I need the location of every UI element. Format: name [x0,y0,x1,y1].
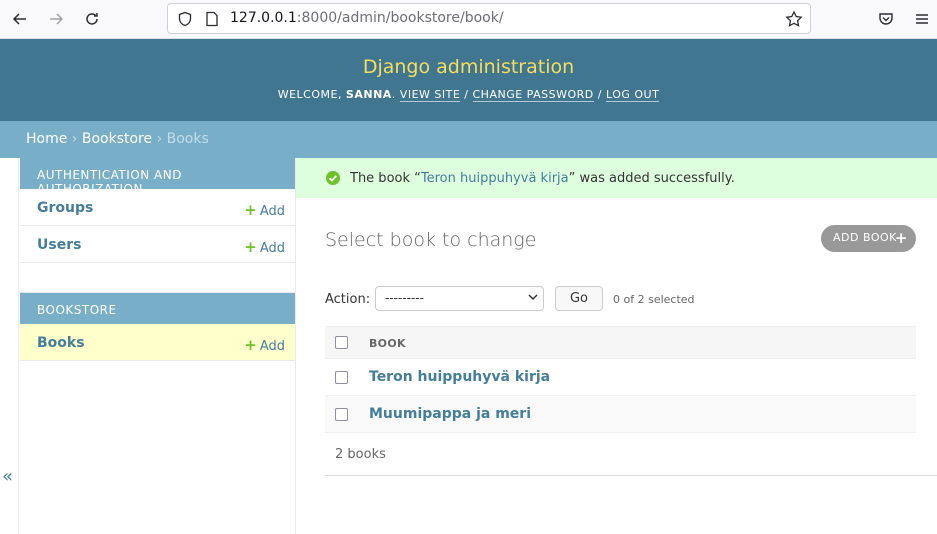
add-label: Add [259,339,285,354]
shield-icon[interactable] [177,11,193,27]
add-label: Add [259,204,285,219]
chevron-down-icon [528,294,538,301]
bookmark-star-icon[interactable] [785,10,803,28]
paginator: 2 books [325,433,937,476]
breadcrumb-separator: › [71,131,78,147]
back-arrow-icon[interactable] [9,8,31,30]
site-branding[interactable]: Django administration [0,56,937,78]
breadcrumb-separator: › [156,131,163,147]
success-message: The book “Teron huippuhyvä kirja” was ad… [296,158,937,198]
url-path: :8000/admin/bookstore/book/ [296,10,504,26]
forward-arrow-icon[interactable] [45,8,67,30]
breadcrumb: Home › Bookstore › Books [0,121,937,158]
column-header-book[interactable]: BOOK [369,337,406,350]
module-caption-auth[interactable]: AUTHENTICATION AND AUTHORIZATION [20,158,295,196]
action-selected-value: --------- [385,291,424,305]
add-label: Add [259,241,285,256]
breadcrumb-home[interactable]: Home [26,131,67,147]
sidebar-item-groups: Groups + Add [20,189,295,226]
book-link[interactable]: Teron huippuhyvä kirja [369,369,550,385]
results-table: BOOK Teron huippuhyvä kirja Muumipappa j… [325,326,916,433]
add-users-link[interactable]: + Add [244,238,285,256]
table-header: BOOK [325,326,916,359]
message-book-link[interactable]: Teron huippuhyvä kirja [421,171,569,186]
user-tools: WELCOME, SANNA. VIEW SITE / CHANGE PASSW… [277,88,660,102]
plus-icon: + [894,229,908,247]
sidebar-item-label[interactable]: Groups [37,200,93,216]
collapse-sidebar-button[interactable]: « [2,466,13,487]
add-books-link[interactable]: + Add [244,336,285,354]
table-row: Teron huippuhyvä kirja [325,359,916,396]
url-text[interactable]: 127.0.0.1:8000/admin/bookstore/book/ [230,10,504,26]
selection-counter: 0 of 2 selected [613,293,695,306]
sidebar-item-users: Users + Add [20,226,295,263]
page-icon[interactable] [204,11,220,27]
select-all-checkbox[interactable] [335,336,348,349]
message-text: The book “Teron huippuhyvä kirja” was ad… [350,171,735,186]
row-checkbox[interactable] [335,371,348,384]
browser-toolbar: 127.0.0.1:8000/admin/bookstore/book/ [0,0,937,39]
change-password-link[interactable]: CHANGE PASSWORD [472,88,594,102]
go-button[interactable]: Go [555,286,603,311]
plus-icon: + [244,238,257,256]
book-link[interactable]: Muumipappa ja meri [369,406,531,422]
message-prefix: The book “ [350,171,421,186]
plus-icon: + [244,336,257,354]
message-suffix: ” was added successfully. [568,171,735,186]
row-checkbox[interactable] [335,408,348,421]
table-row: Muumipappa ja meri [325,396,916,433]
plus-icon: + [244,201,257,219]
sidebar-item-label[interactable]: Books [37,335,85,351]
module-spacer [19,263,295,293]
module-caption-bookstore[interactable]: BOOKSTORE [20,293,295,324]
sidebar-item-books: Books + Add [20,324,295,361]
add-book-button[interactable]: ADD BOOK + [821,225,916,252]
add-groups-link[interactable]: + Add [244,201,285,219]
menu-icon[interactable] [911,8,933,30]
url-bar[interactable]: 127.0.0.1:8000/admin/bookstore/book/ [167,3,811,34]
page-title: Select book to change [325,229,537,251]
pocket-icon[interactable] [875,8,897,30]
admin-header: Django administration WELCOME, SANNA. VI… [0,39,937,121]
url-host: 127.0.0.1 [230,10,297,26]
check-circle-icon [326,171,340,185]
welcome-text: WELCOME, [277,88,342,101]
log-out-link[interactable]: LOG OUT [605,88,660,102]
reload-icon[interactable] [81,8,103,30]
username: SANNA [345,88,392,101]
action-select[interactable]: --------- [375,286,544,311]
breadcrumb-current: Books [166,131,209,147]
sidebar-item-label[interactable]: Users [37,237,81,253]
breadcrumb-bookstore[interactable]: Bookstore [82,131,152,147]
action-label: Action: [325,292,371,307]
add-book-label: ADD BOOK [833,231,897,244]
nav-sidebar: AUTHENTICATION AND AUTHORIZATION Groups … [18,158,296,534]
view-site-link[interactable]: VIEW SITE [399,88,461,102]
